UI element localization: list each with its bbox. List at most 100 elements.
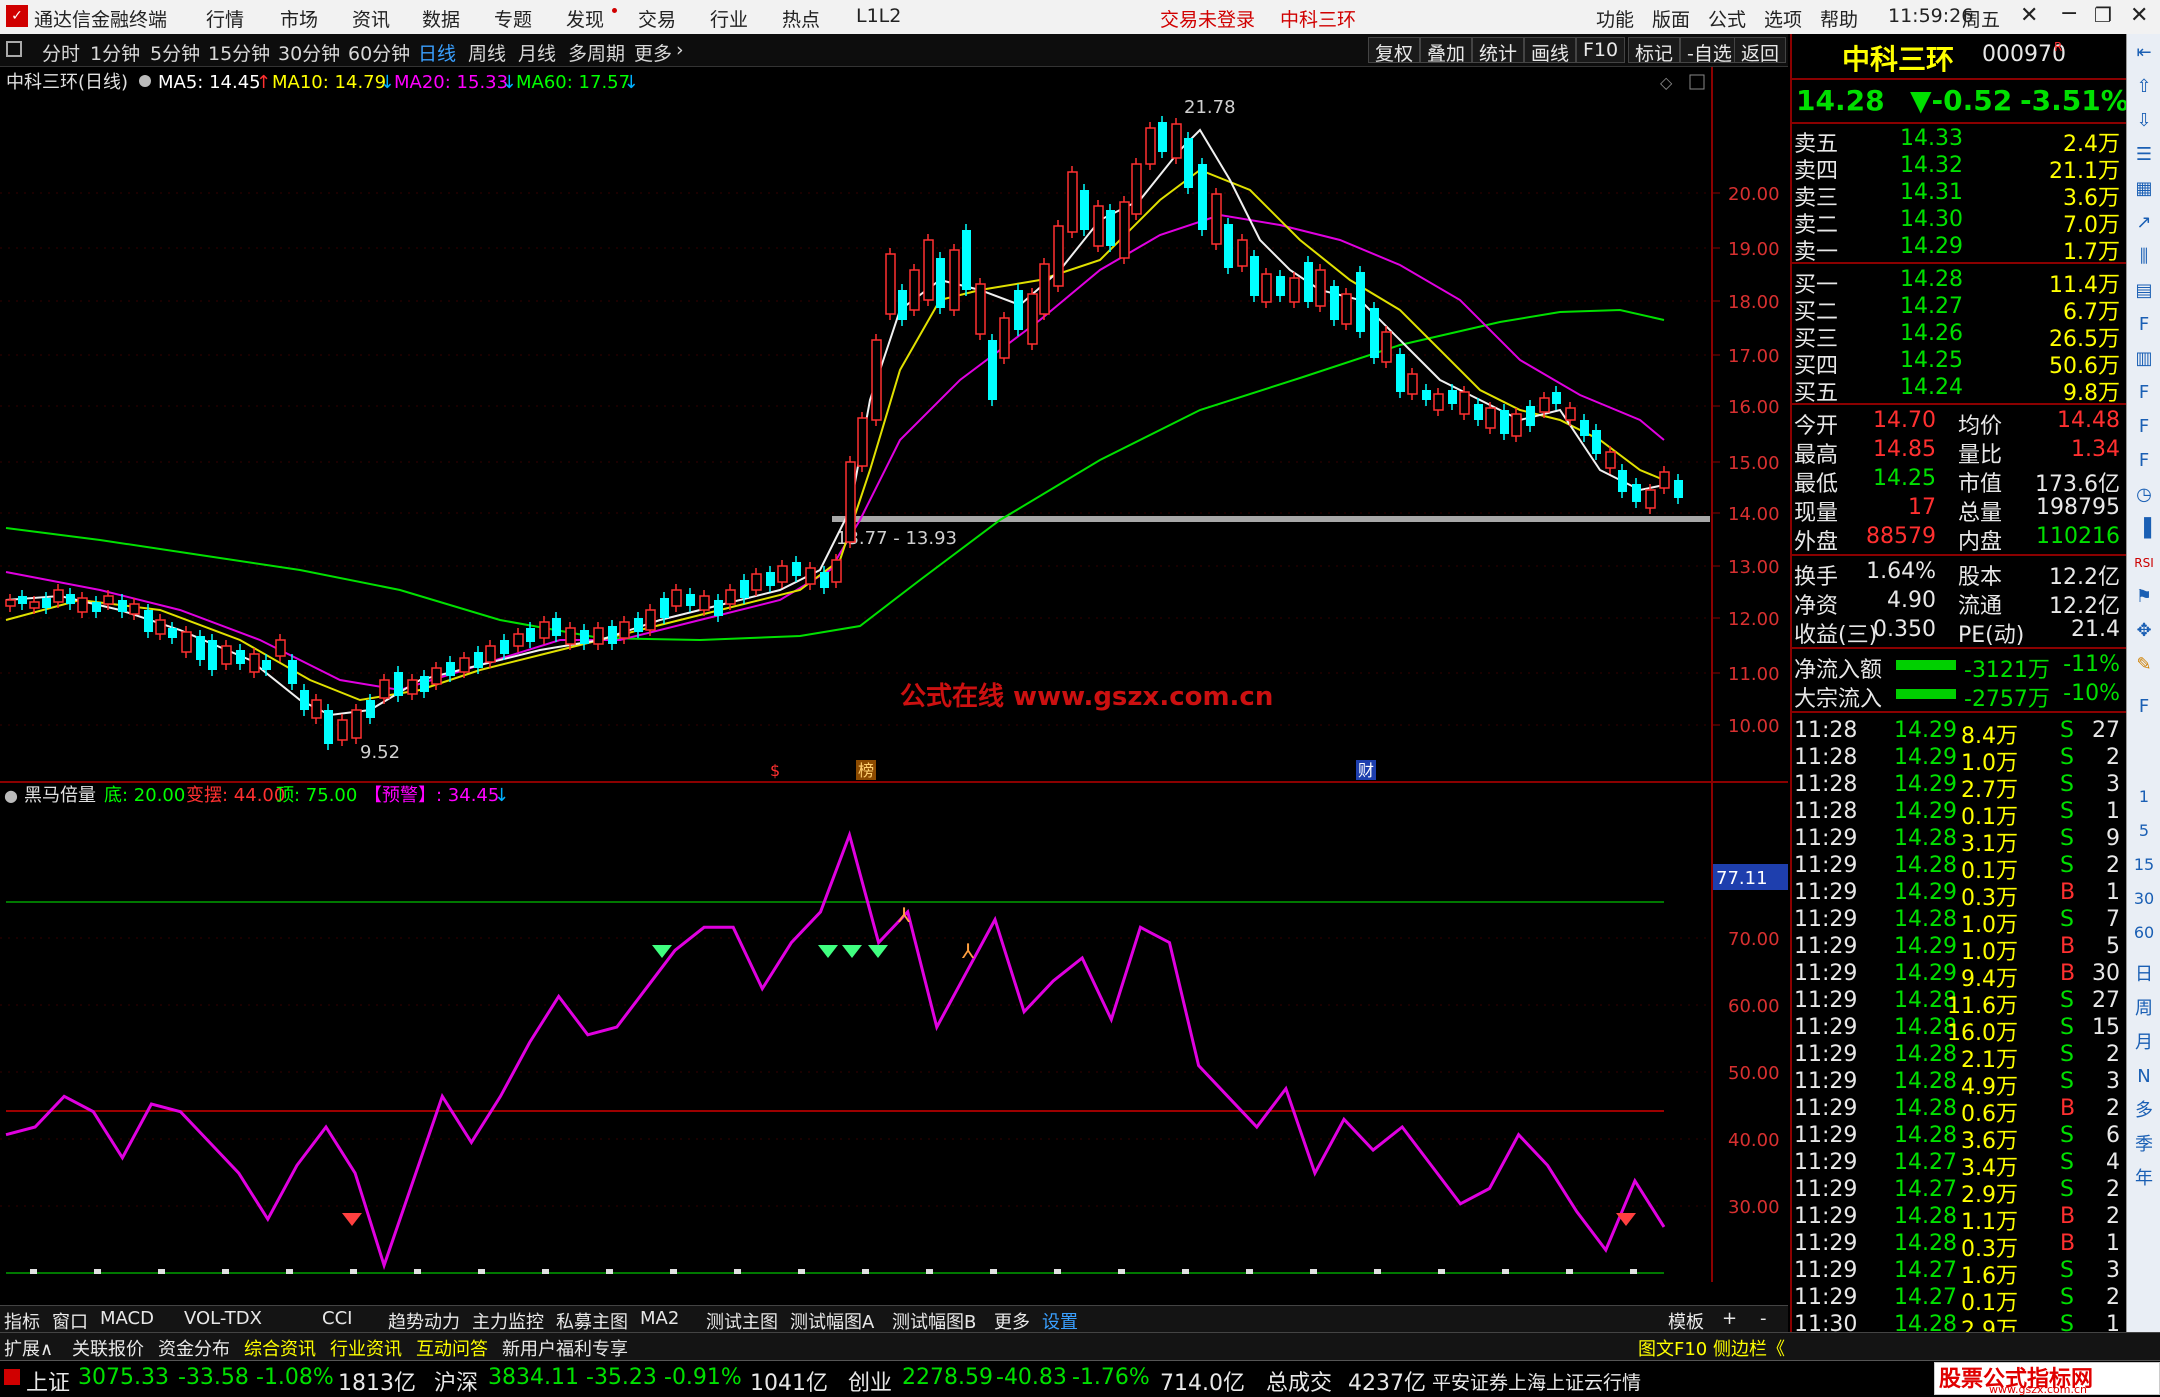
ask-row[interactable]: 卖一 14.29 1.7万	[1792, 234, 2126, 265]
period-more[interactable]: 更多	[634, 39, 672, 66]
indicator-tab[interactable]: 更多	[994, 1308, 1030, 1334]
period-zhou[interactable]: 周	[2131, 996, 2157, 1022]
restore-icon[interactable]: ❐	[2094, 3, 2112, 27]
menu-zhuanti[interactable]: 专题	[494, 5, 532, 32]
trend-icon[interactable]: ↗	[2131, 210, 2157, 236]
info-tab[interactable]: 综合资讯	[244, 1335, 316, 1361]
num-1[interactable]: 1	[2131, 784, 2157, 810]
btn-zixuan[interactable]: -自选	[1680, 37, 1739, 65]
grid-icon[interactable]: ▦	[2131, 176, 2157, 202]
period-monthly[interactable]: 月线	[518, 39, 556, 66]
btn-tongji[interactable]: 统计	[1472, 37, 1525, 65]
ask-row[interactable]: 卖二 14.30 7.0万	[1792, 207, 2126, 238]
menu-l1l2[interactable]: L1L2	[856, 5, 901, 27]
menu-faxian[interactable]: 发现	[566, 5, 604, 32]
indicator-tab[interactable]: 测试主图	[706, 1308, 778, 1334]
indicator-collapse-icon[interactable]: ●	[4, 786, 18, 805]
event-mark-cai[interactable]: 财	[1358, 761, 1374, 780]
minimize-icon[interactable]: −	[2060, 1, 2078, 26]
rsi-icon[interactable]: RSI	[2131, 550, 2157, 576]
menu-xuanxiang[interactable]: 选项	[1764, 5, 1802, 32]
period-daily[interactable]: 日线	[418, 39, 456, 66]
bid-row[interactable]: 买四 14.25 50.6万	[1792, 348, 2126, 379]
indicator-name[interactable]: 黑马倍量	[24, 785, 96, 806]
f10-icon[interactable]: F	[2131, 312, 2157, 338]
chart-icon[interactable]: ▥	[2131, 346, 2157, 372]
info-tab[interactable]: 关联报价	[72, 1335, 144, 1361]
info-tab[interactable]: 资金分布	[158, 1335, 230, 1361]
pencil-icon[interactable]: ✎	[2131, 652, 2157, 678]
settings-dot-icon[interactable]	[139, 75, 151, 87]
indicator-tab-right[interactable]: -	[1760, 1308, 1767, 1329]
period-30min[interactable]: 30分钟	[278, 39, 340, 66]
info-tab[interactable]: 新用户福利专享	[502, 1335, 628, 1361]
close-icon[interactable]: ✕	[2020, 3, 2038, 28]
indicator-tab[interactable]: MACD	[100, 1308, 154, 1329]
indicator-tab[interactable]: 私募主图	[556, 1308, 628, 1334]
info-tab-right[interactable]: 图文F10 侧边栏《	[1638, 1335, 1785, 1361]
indicator-tab[interactable]: VOL-TDX	[184, 1308, 262, 1329]
period-nian[interactable]: 年	[2131, 1166, 2157, 1192]
candle-icon[interactable]: ⫼	[2131, 244, 2157, 270]
indicator-tab[interactable]: 指标	[4, 1308, 40, 1334]
period-ri[interactable]: 日	[2131, 962, 2157, 988]
indicator-tab[interactable]: CCI	[322, 1308, 352, 1329]
indicator-tab[interactable]: 设置	[1042, 1308, 1078, 1334]
list-icon[interactable]: ☰	[2131, 142, 2157, 168]
event-mark-dollar[interactable]: $	[770, 761, 780, 780]
kline-chart[interactable]: 中科三环(日线) MA5: 14.45↑ MA10: 14.79↓ MA20: 15…	[0, 67, 1788, 1282]
move-icon[interactable]: ✥	[2131, 618, 2157, 644]
f-icon[interactable]: F	[2131, 380, 2157, 406]
num-30[interactable]: 30	[2131, 886, 2157, 912]
btn-huaxian[interactable]: 画线	[1524, 37, 1577, 65]
indicator-tab-right[interactable]: 模板	[1668, 1308, 1704, 1334]
period-60min[interactable]: 60分钟	[348, 39, 410, 66]
hs-label[interactable]: 沪深	[434, 1365, 478, 1397]
support-line[interactable]	[832, 516, 1710, 522]
period-5min[interactable]: 5分钟	[150, 39, 200, 66]
info-tab[interactable]: 行业资讯	[330, 1335, 402, 1361]
period-1min[interactable]: 1分钟	[90, 39, 140, 66]
num-15[interactable]: 15	[2131, 852, 2157, 878]
bars-icon[interactable]: ▐	[2131, 516, 2157, 542]
bid-row[interactable]: 买五 14.24 9.8万	[1792, 375, 2126, 406]
indicator-tab[interactable]: MA2	[640, 1308, 679, 1329]
info-tab[interactable]: 互动问答	[416, 1335, 488, 1361]
f2-icon[interactable]: F	[2131, 414, 2157, 440]
period-ji[interactable]: 季	[2131, 1132, 2157, 1158]
cy-label[interactable]: 创业	[848, 1365, 892, 1397]
indicator-tab[interactable]: 测试幅图B	[892, 1308, 976, 1334]
bid-row[interactable]: 买三 14.26 26.5万	[1792, 321, 2126, 352]
fs-icon[interactable]: F	[2131, 694, 2157, 720]
indicator-tab-right[interactable]: +	[1722, 1308, 1737, 1329]
btn-f10[interactable]: F10	[1576, 37, 1626, 63]
table-icon[interactable]: ▤	[2131, 278, 2157, 304]
ask-row[interactable]: 卖三 14.31 3.6万	[1792, 180, 2126, 211]
clock-icon[interactable]: ◷	[2131, 482, 2157, 508]
btn-fuquan[interactable]: 复权	[1368, 37, 1421, 65]
menu-redian[interactable]: 热点	[782, 5, 820, 32]
indicator-tab[interactable]: 趋势动力	[388, 1308, 460, 1334]
bid-row[interactable]: 买二 14.27 6.7万	[1792, 294, 2126, 325]
period-multi[interactable]: 多周期	[568, 39, 625, 66]
flag-icon[interactable]: ⚑	[2131, 584, 2157, 610]
menu-hangye[interactable]: 行业	[710, 5, 748, 32]
menu-bangzhu[interactable]: 帮助	[1820, 5, 1858, 32]
toolbar-square-icon[interactable]	[6, 41, 22, 57]
event-mark-bang[interactable]: 榜	[858, 761, 874, 780]
btn-diejia[interactable]: 叠加	[1420, 37, 1473, 65]
period-weekly[interactable]: 周线	[468, 39, 506, 66]
period-fenshi[interactable]: 分时	[42, 39, 80, 66]
ask-row[interactable]: 卖四 14.32 21.1万	[1792, 153, 2126, 184]
period-yue[interactable]: 月	[2131, 1030, 2157, 1056]
sh-label[interactable]: 上证	[26, 1365, 70, 1397]
menu-gongneng[interactable]: 功能	[1596, 5, 1634, 32]
num-5[interactable]: 5	[2131, 818, 2157, 844]
menu-shichang[interactable]: 市场	[280, 5, 318, 32]
window-close-icon[interactable]: ✕	[2130, 3, 2148, 28]
diamond-icon[interactable]: ◇	[1660, 73, 1673, 92]
ask-row[interactable]: 卖五 14.33 2.4万	[1792, 126, 2126, 157]
btn-biaoji[interactable]: 标记	[1628, 37, 1681, 65]
bid-row[interactable]: 买一 14.28 11.4万	[1792, 267, 2126, 298]
menu-hangqing[interactable]: 行情	[206, 5, 244, 32]
